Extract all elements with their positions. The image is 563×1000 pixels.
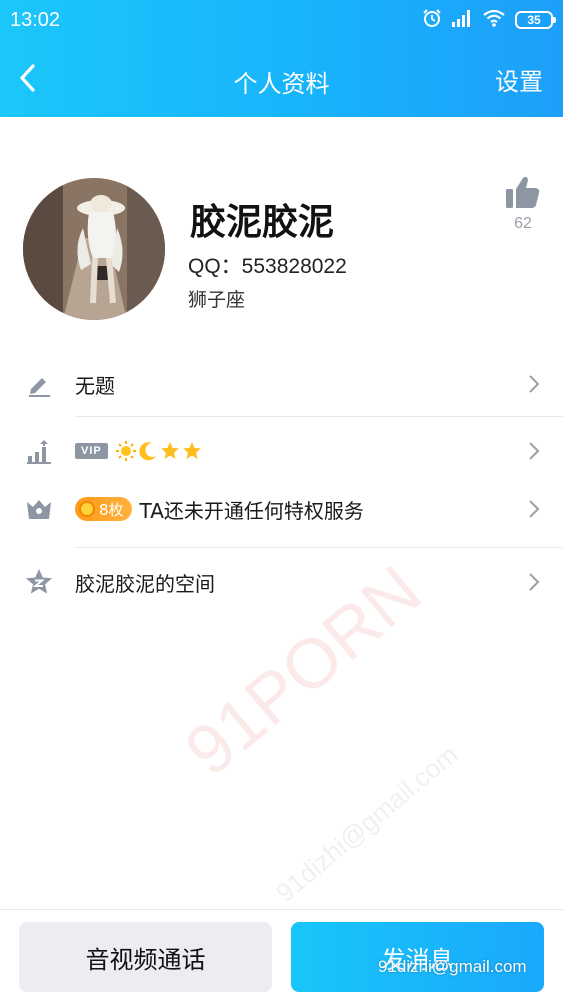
- chevron-right-icon: [529, 573, 540, 591]
- status-time: 13:02: [10, 9, 61, 31]
- privilege-row[interactable]: 8枚 TA还未开通任何特权服务: [0, 481, 563, 537]
- vip-tag: VIP: [75, 443, 108, 459]
- battery-icon: 35: [515, 11, 556, 29]
- badge-count: 8枚: [75, 497, 132, 521]
- avatar[interactable]: [23, 178, 165, 320]
- bottom-action-bar: 音视频通话 发消息: [0, 909, 563, 1000]
- qzone-star-icon: [24, 567, 54, 597]
- star-icon: [160, 442, 179, 459]
- send-message-button[interactable]: 发消息: [291, 922, 544, 992]
- settings-button[interactable]: 设置: [495, 62, 543, 97]
- like-count: 62: [514, 215, 532, 232]
- video-call-button[interactable]: 音视频通话: [19, 922, 272, 992]
- privilege-text: TA还未开通任何特权服务: [139, 498, 364, 523]
- like-button[interactable]: 62: [503, 175, 543, 233]
- signature-row[interactable]: 无题: [0, 352, 563, 416]
- nav-bar: 个人资料 设置: [0, 40, 563, 117]
- space-row[interactable]: 胶泥胶泥的空间: [0, 550, 563, 614]
- badge-icon: [79, 501, 95, 517]
- zodiac: 狮子座: [188, 289, 246, 311]
- level-chart-icon: [24, 436, 54, 466]
- profile-card: 胶泥胶泥 QQ：553828022 狮子座 62: [0, 117, 563, 337]
- space-text: 胶泥胶泥的空间: [75, 571, 215, 596]
- divider: [75, 416, 563, 417]
- moon-icon: [139, 442, 156, 461]
- privilege-content: 8枚 TA还未开通任何特权服务: [75, 495, 364, 524]
- divider: [75, 547, 563, 548]
- chevron-right-icon: [529, 375, 540, 393]
- chevron-right-icon: [529, 442, 540, 460]
- badge-count-text: 8枚: [99, 500, 124, 519]
- watermark-email: 91dizhi@gmail.com: [270, 738, 464, 908]
- signal-icon: [451, 9, 473, 31]
- chevron-left-icon: [20, 64, 35, 92]
- star-icon: [182, 442, 201, 459]
- chevron-right-icon: [529, 500, 540, 518]
- crown-icon: [24, 494, 54, 524]
- thumbs-up-icon: [506, 176, 540, 208]
- status-bar: 13:02 35: [0, 0, 563, 40]
- back-button[interactable]: [12, 60, 42, 96]
- wifi-icon: [482, 9, 506, 31]
- pencil-icon: [24, 369, 54, 399]
- nickname: 胶泥胶泥: [190, 202, 335, 243]
- signature-text: 无题: [75, 373, 115, 398]
- level-icons: [115, 441, 202, 461]
- status-icons: 35: [422, 8, 556, 32]
- level-display: VIP: [75, 441, 202, 461]
- qq-number: QQ：553828022: [188, 255, 347, 278]
- alarm-icon: [422, 8, 442, 32]
- page-title: 个人资料: [233, 70, 330, 98]
- app-header: 13:02 35 个人资料 设置: [0, 0, 563, 117]
- sun-icon: [115, 441, 136, 461]
- level-row[interactable]: VIP: [0, 421, 563, 481]
